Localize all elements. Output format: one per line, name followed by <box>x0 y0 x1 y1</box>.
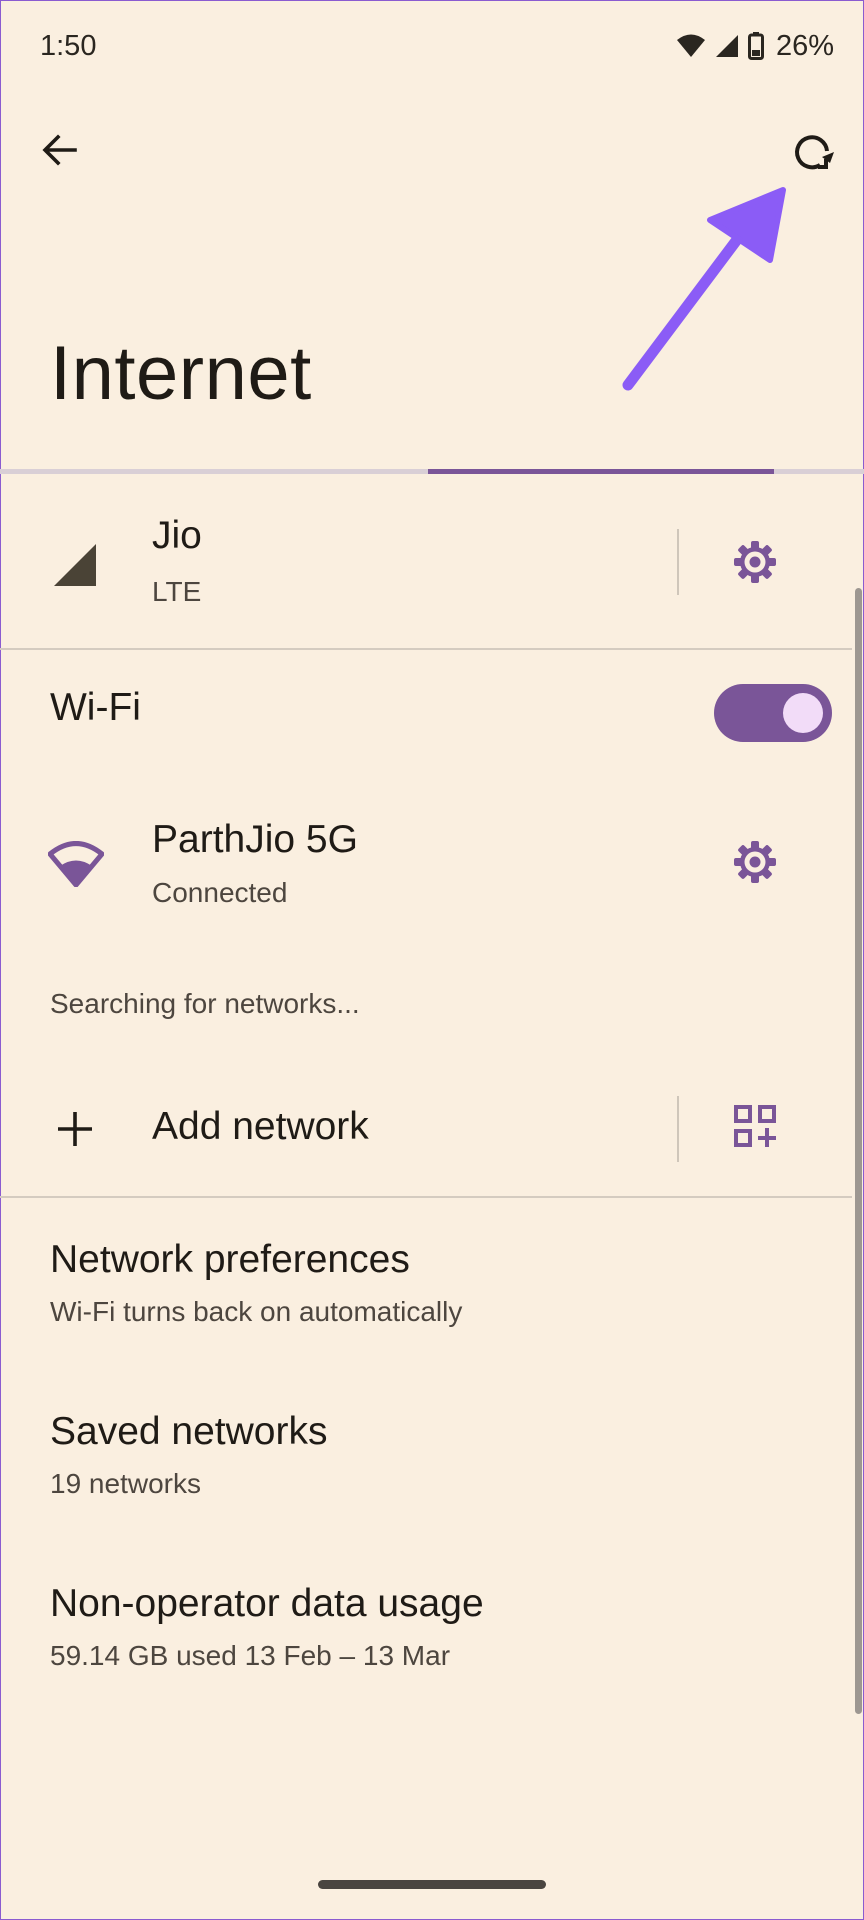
cell-signal-icon <box>714 33 740 59</box>
divider <box>677 1096 679 1162</box>
qr-code-scanner-icon <box>734 1104 776 1152</box>
status-icons: 26% <box>676 26 834 66</box>
cell-signal-icon <box>52 542 98 588</box>
refresh-button[interactable] <box>782 123 844 185</box>
connected-network-status: Connected <box>152 877 288 908</box>
annotation-arrow <box>610 180 790 405</box>
network-preferences-title: Network preferences <box>50 1238 410 1281</box>
refresh-icon <box>790 129 836 180</box>
wifi-label: Wi-Fi <box>50 686 141 729</box>
wifi-toggle-switch[interactable] <box>714 684 832 742</box>
data-usage-item[interactable]: Non-operator data usage 59.14 GB used 13… <box>0 1556 852 1696</box>
battery-percentage: 26% <box>775 29 834 62</box>
saved-networks-subtitle: 19 networks <box>50 1468 201 1499</box>
mobile-carrier-name: Jio <box>152 514 202 557</box>
home-indicator[interactable] <box>318 1880 546 1889</box>
mobile-settings-button[interactable] <box>725 534 785 594</box>
divider <box>0 1196 852 1198</box>
qr-scan-button[interactable] <box>725 1098 785 1158</box>
saved-networks-title: Saved networks <box>50 1410 328 1453</box>
saved-networks-item[interactable]: Saved networks 19 networks <box>0 1384 852 1524</box>
wifi-icon <box>676 33 706 59</box>
back-arrow-icon <box>39 130 79 175</box>
status-bar: 1:50 26% <box>0 0 864 96</box>
status-time: 1:50 <box>40 30 97 62</box>
wifi-icon <box>48 838 104 890</box>
page-title: Internet <box>50 331 312 416</box>
back-button[interactable] <box>30 123 88 181</box>
connected-network-settings-button[interactable] <box>725 834 785 894</box>
scrollbar[interactable] <box>855 588 862 1714</box>
data-usage-subtitle: 59.14 GB used 13 Feb – 13 Mar <box>50 1640 451 1671</box>
network-preferences-subtitle: Wi-Fi turns back on automatically <box>50 1296 463 1327</box>
gear-icon <box>732 539 778 590</box>
battery-icon <box>747 32 764 60</box>
toggle-knob <box>783 693 823 733</box>
data-usage-title: Non-operator data usage <box>50 1582 484 1625</box>
divider <box>677 529 679 595</box>
network-preferences-item[interactable]: Network preferences Wi-Fi turns back on … <box>0 1212 852 1352</box>
mobile-network-type: LTE <box>152 576 202 607</box>
plus-icon <box>52 1106 98 1152</box>
connected-network-name: ParthJio 5G <box>152 818 358 861</box>
gear-icon <box>732 839 778 890</box>
add-network-label: Add network <box>152 1105 369 1148</box>
searching-status: Searching for networks... <box>50 988 360 1019</box>
